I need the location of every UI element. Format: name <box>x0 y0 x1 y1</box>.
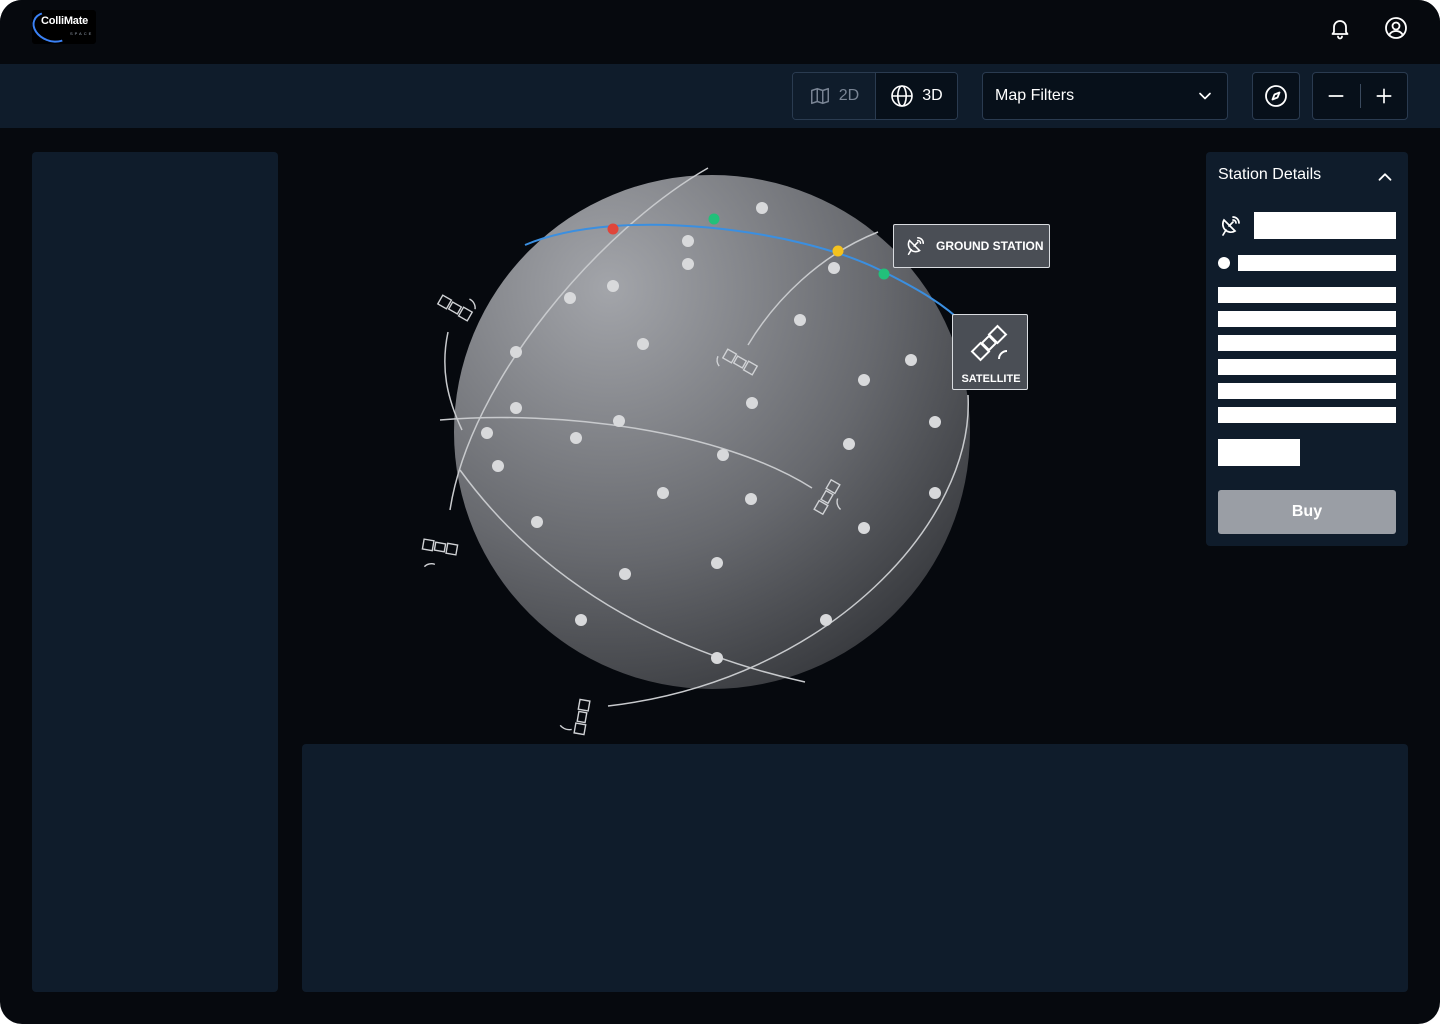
plus-icon <box>1376 88 1392 104</box>
zoom-out-button[interactable] <box>1313 73 1360 119</box>
satellite-icon <box>970 324 1008 362</box>
map-icon <box>810 87 829 105</box>
left-sidebar-panel <box>32 152 278 992</box>
top-header: ColliMate SPACE <box>0 0 1440 64</box>
station-status-placeholder <box>1238 255 1396 271</box>
globe-icon <box>891 85 914 107</box>
logo-subtitle: SPACE <box>70 31 94 36</box>
ground-station-label: GROUND STATION <box>936 239 1044 253</box>
logo-ring <box>28 6 76 48</box>
view-2d-button[interactable]: 2D <box>793 73 875 119</box>
view-3d-button[interactable]: 3D <box>875 73 957 119</box>
station-name-placeholder <box>1254 212 1396 239</box>
view-toggle: 2D 3D <box>792 72 958 120</box>
map-filters-dropdown[interactable]: Map Filters <box>982 72 1228 120</box>
satellite-tag[interactable]: SATELLITE <box>952 314 1028 390</box>
map-filters-label: Map Filters <box>995 87 1075 104</box>
status-dot-icon <box>1218 257 1230 269</box>
logo[interactable]: ColliMate SPACE <box>28 6 96 48</box>
compass-icon <box>1265 85 1287 107</box>
app-frame: ColliMate SPACE 2D 3D Map Filters GROUND… <box>0 0 1440 1024</box>
view-2d-label: 2D <box>838 87 860 104</box>
satellite-dish-icon <box>1221 216 1240 236</box>
chevron-up-icon[interactable] <box>1374 166 1396 188</box>
detail-line-placeholder <box>1218 383 1396 399</box>
station-details-panel: Station Details Buy <box>1206 152 1408 546</box>
bottom-info-panel <box>302 744 1408 992</box>
price-placeholder <box>1218 439 1300 466</box>
map-toolbar: 2D 3D Map Filters <box>0 64 1440 128</box>
zoom-in-button[interactable] <box>1360 73 1407 119</box>
view-3d-label: 3D <box>922 87 943 104</box>
logo-name: ColliMate <box>41 15 89 27</box>
detail-line-placeholder <box>1218 335 1396 351</box>
minus-icon <box>1328 95 1344 97</box>
compass-button[interactable] <box>1252 72 1300 120</box>
detail-line-placeholder <box>1218 311 1396 327</box>
satellite-dish-icon <box>907 236 925 256</box>
detail-line-placeholder <box>1218 359 1396 375</box>
chevron-down-icon <box>1199 92 1211 100</box>
station-details-title: Station Details <box>1218 166 1322 183</box>
detail-line-placeholder <box>1218 287 1396 303</box>
buy-button[interactable]: Buy <box>1218 490 1396 534</box>
user-circle-icon[interactable] <box>1384 16 1408 40</box>
satellite-label: SATELLITE <box>961 373 1021 385</box>
detail-line-placeholder <box>1218 407 1396 423</box>
ground-station-tag[interactable]: GROUND STATION <box>893 224 1050 268</box>
zoom-control <box>1312 72 1408 120</box>
bell-icon[interactable] <box>1328 16 1352 40</box>
